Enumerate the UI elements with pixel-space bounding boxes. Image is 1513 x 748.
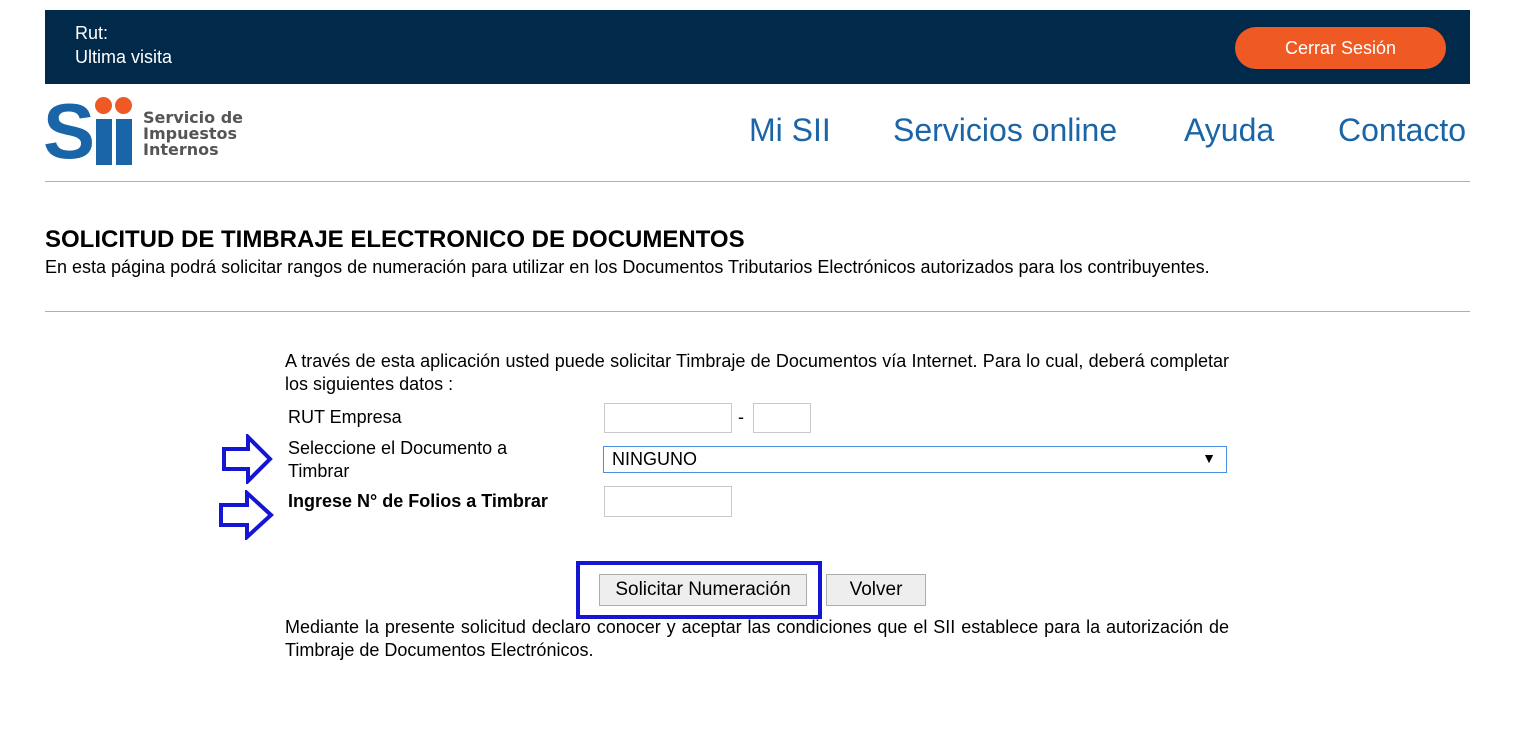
logo-i-stem-1 [96, 119, 112, 165]
form-intro: A través de esta aplicación usted puede … [285, 351, 1229, 394]
right-arrow-icon [219, 490, 274, 540]
rut-dv-input[interactable] [753, 403, 811, 433]
page-subtitle: En esta página podrá solicitar rangos de… [45, 257, 1210, 277]
nav-contacto[interactable]: Contacto [1338, 112, 1466, 149]
last-visit-label: Ultima visita [75, 47, 173, 67]
nav-ayuda[interactable]: Ayuda [1184, 112, 1274, 149]
title-divider [45, 311, 1470, 312]
folios-label: Ingrese N° de Folios a Timbrar [288, 491, 548, 511]
sii-logo[interactable]: S Servicio de Impuestos Internos [43, 87, 245, 175]
logo-dot-1 [95, 97, 112, 114]
page-title: SOLICITUD DE TIMBRAJE ELECTRONICO DE DOC… [45, 226, 745, 253]
document-type-label: Seleccione el Documento a Timbrar [288, 438, 508, 481]
rut-number-input[interactable] [604, 403, 732, 433]
rut-separator: - [738, 407, 744, 427]
volver-button[interactable]: Volver [826, 574, 926, 606]
logo-text: Servicio de Impuestos Internos [143, 108, 244, 159]
header-divider [45, 181, 1470, 182]
logout-button[interactable]: Cerrar Sesión [1235, 27, 1446, 69]
form-footnote: Mediante la presente solicitud declaro c… [285, 617, 1229, 660]
rut-label: Rut: [75, 23, 109, 43]
solicitar-numeracion-button[interactable]: Solicitar Numeración [599, 574, 807, 606]
document-type-select[interactable]: NINGUNO ▼ [603, 446, 1227, 473]
dropdown-arrow-icon: ▼ [1202, 450, 1216, 466]
logo-dot-2 [115, 97, 132, 114]
document-type-selected: NINGUNO [612, 449, 697, 469]
nav-mi-sii[interactable]: Mi SII [749, 112, 831, 149]
logo-s-glyph: S [43, 87, 96, 175]
right-arrow-icon [222, 434, 273, 484]
folios-input[interactable] [604, 486, 732, 517]
top-bar: Rut: Ultima visita Cerrar Sesión [45, 10, 1470, 84]
nav-servicios-online[interactable]: Servicios online [893, 112, 1117, 149]
rut-empresa-label: RUT Empresa [288, 407, 402, 427]
logo-i-stem-2 [116, 119, 132, 165]
